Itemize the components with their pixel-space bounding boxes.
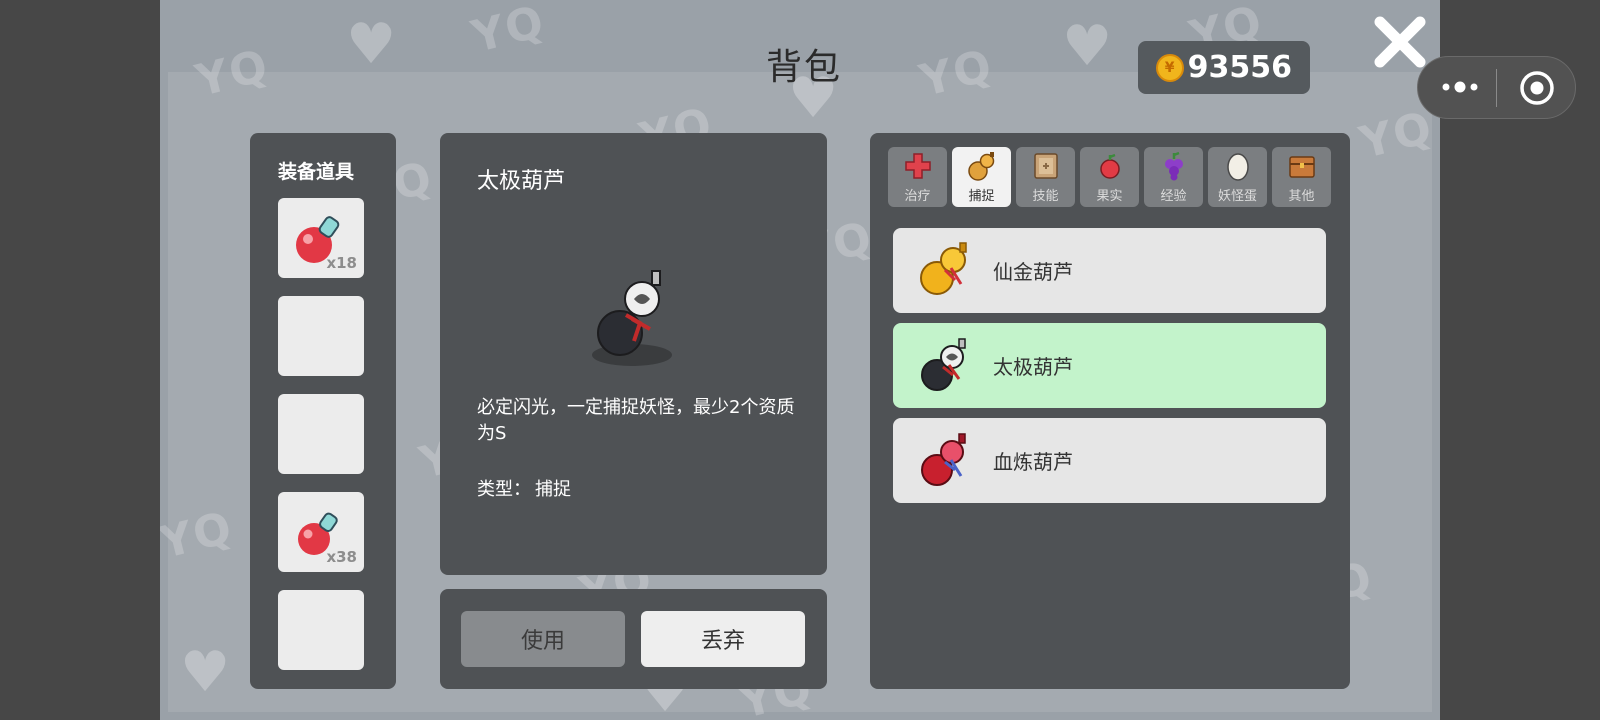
- fruit-icon: [1100, 153, 1120, 179]
- taiji-gourd-icon: [592, 270, 672, 366]
- tab-label: 捕捉: [968, 189, 995, 204]
- tab-other[interactable]: 其他: [1272, 147, 1331, 207]
- page-title: 背包: [766, 47, 843, 88]
- item-description: 必定闪光，一定捕捉妖怪，最少2个资质为S: [477, 397, 795, 444]
- item-type: 类型： 捕捉: [477, 475, 571, 501]
- coin-value: 93556: [1187, 50, 1292, 85]
- equipment-panel: 装备道具 x18 x38: [250, 133, 396, 689]
- equip-slot[interactable]: x38: [278, 492, 364, 572]
- close-icon[interactable]: [1368, 10, 1432, 74]
- heart-watermark-icon: ♥: [1062, 14, 1113, 79]
- drop-button[interactable]: 丢弃: [641, 611, 805, 667]
- inventory-panel: 治疗 捕捉 技能 果实 经验 妖怪蛋 其他 仙金葫芦 太极葫芦 血炼葫芦: [870, 133, 1350, 689]
- skill-book-icon: [1034, 153, 1058, 179]
- slot-count: x18: [326, 254, 357, 272]
- gourd-icon: [968, 152, 995, 181]
- taiji-gourd-icon: [921, 338, 966, 391]
- inventory-item[interactable]: 血炼葫芦: [893, 418, 1326, 503]
- item-detail-panel: 太极葫芦 必定闪光，一定捕捉妖怪，最少2个资质为S 类型： 捕捉: [440, 133, 827, 575]
- tab-heal[interactable]: 治疗: [888, 147, 947, 207]
- watermark: YQ: [466, 0, 551, 64]
- equip-slot[interactable]: x18: [278, 198, 364, 278]
- item-type-value: 捕捉: [535, 479, 571, 500]
- exit-miniprogram-icon[interactable]: [1519, 70, 1555, 106]
- blood-gourd-icon: [921, 433, 966, 486]
- use-button[interactable]: 使用: [461, 611, 625, 667]
- item-name: 太极葫芦: [993, 355, 1073, 379]
- coin-balance: ¥ 93556: [1138, 41, 1310, 94]
- capsule-divider: [1496, 69, 1497, 107]
- tab-capture[interactable]: 捕捉: [952, 147, 1011, 207]
- tab-label: 果实: [1096, 189, 1123, 204]
- tab-exp[interactable]: 经验: [1144, 147, 1203, 207]
- slot-count: x38: [326, 548, 357, 566]
- tab-label: 经验: [1160, 189, 1187, 204]
- chest-icon: [1289, 156, 1315, 178]
- item-type-label: 类型：: [477, 479, 531, 500]
- tab-label: 其他: [1288, 189, 1315, 204]
- golden-gourd-icon: [920, 242, 967, 295]
- equip-slot[interactable]: [278, 296, 364, 376]
- item-name: 仙金葫芦: [993, 260, 1073, 284]
- egg-icon: [1227, 153, 1249, 181]
- miniprogram-capsule: [1417, 56, 1576, 119]
- tab-label: 妖怪蛋: [1217, 189, 1257, 204]
- inventory-item[interactable]: 仙金葫芦: [893, 228, 1326, 313]
- equipment-title: 装备道具: [278, 161, 355, 183]
- red-cross-icon: [905, 153, 931, 179]
- tab-fruit[interactable]: 果实: [1080, 147, 1139, 207]
- more-options-icon[interactable]: [1440, 77, 1480, 97]
- heart-watermark-icon: ♥: [346, 12, 397, 77]
- tab-skill[interactable]: 技能: [1016, 147, 1075, 207]
- inventory-item[interactable]: 太极葫芦: [893, 323, 1326, 408]
- equip-slot[interactable]: [278, 394, 364, 474]
- action-panel: 使用 丢弃: [440, 589, 827, 689]
- gold-coin-icon: ¥: [1155, 53, 1184, 82]
- item-name: 血炼葫芦: [993, 450, 1073, 474]
- grape-icon: [1165, 151, 1183, 181]
- equip-slot[interactable]: [278, 590, 364, 670]
- tab-label: 治疗: [904, 189, 931, 204]
- heart-watermark-icon: ♥: [180, 640, 231, 705]
- item-detail-name: 太极葫芦: [477, 169, 566, 194]
- tab-monster-egg[interactable]: 妖怪蛋: [1208, 147, 1267, 207]
- tab-label: 技能: [1032, 189, 1059, 204]
